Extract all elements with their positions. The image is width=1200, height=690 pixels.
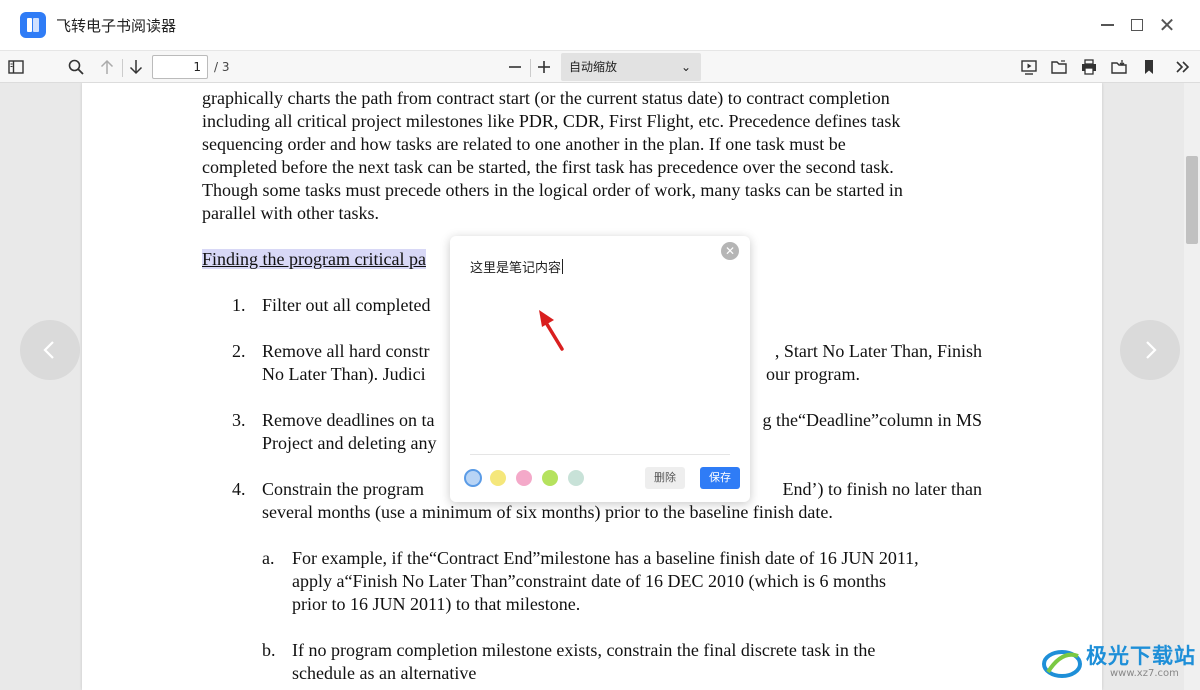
list-text: , Start No Later Than, Finish bbox=[774, 341, 982, 361]
page-total: / 3 bbox=[214, 60, 230, 74]
paragraph-line: parallel with other tasks. bbox=[202, 203, 379, 223]
watermark-url: www.xz7.com bbox=[1110, 668, 1179, 679]
paragraph-line: completed before the next task can be st… bbox=[202, 157, 894, 177]
close-icon: ✕ bbox=[1158, 13, 1176, 37]
minus-icon bbox=[509, 66, 521, 68]
paragraph-line: Though some tasks must precede others in… bbox=[202, 180, 903, 200]
note-popup: ✕ 这里是笔记内容 删除 保存 bbox=[450, 236, 750, 502]
sidebar-icon bbox=[8, 60, 24, 74]
page-number-input[interactable]: 1 bbox=[152, 55, 208, 79]
presentation-button[interactable] bbox=[1017, 55, 1041, 79]
delete-note-button[interactable]: 删除 bbox=[645, 467, 685, 489]
heading-text: Finding the program critical pa bbox=[202, 249, 426, 269]
previous-page-arrow[interactable] bbox=[20, 320, 80, 380]
minimize-button[interactable] bbox=[1094, 12, 1120, 38]
list-text: our program. bbox=[766, 364, 860, 384]
open-file-button[interactable] bbox=[1047, 55, 1071, 79]
note-close-button[interactable]: ✕ bbox=[721, 242, 739, 260]
printer-icon bbox=[1082, 59, 1096, 75]
list-number: 4. bbox=[232, 479, 246, 499]
list-line: If no program completion milestone exist… bbox=[292, 640, 876, 660]
chevron-down-icon: ⌄ bbox=[680, 60, 691, 74]
list-number: 3. bbox=[232, 410, 246, 430]
zoom-out-button[interactable] bbox=[503, 55, 527, 79]
list-line: For example, if the“Contract End”milesto… bbox=[292, 548, 919, 568]
toolbar-separator bbox=[530, 59, 531, 77]
list-text: No Later Than). Judici bbox=[262, 364, 426, 384]
chevron-right-icon bbox=[1146, 341, 1157, 359]
minimize-icon bbox=[1100, 24, 1114, 26]
list-text: Remove all hard constr bbox=[262, 341, 430, 361]
text-caret bbox=[562, 259, 564, 274]
app-logo-icon bbox=[20, 12, 46, 38]
list-text: For example, if the“Contract End”milesto… bbox=[292, 547, 982, 616]
zoom-select-value: 自动缩放 bbox=[569, 60, 618, 74]
print-button[interactable] bbox=[1077, 55, 1101, 79]
list-text: End’) to finish no later than bbox=[782, 479, 982, 499]
save-note-button[interactable]: 保存 bbox=[700, 467, 740, 489]
list-text: Project and deleting any bbox=[262, 433, 437, 453]
bookmark-icon bbox=[1145, 60, 1153, 74]
close-icon: ✕ bbox=[724, 244, 736, 258]
sidebar-toggle-button[interactable] bbox=[4, 55, 28, 79]
list-text: g the“Deadline”column in MS bbox=[762, 410, 982, 430]
maximize-icon bbox=[1131, 19, 1143, 31]
list-number: 2. bbox=[232, 341, 246, 361]
more-tools-button[interactable] bbox=[1170, 55, 1194, 79]
note-content: 这里是笔记内容 bbox=[470, 261, 562, 276]
download-button[interactable] bbox=[1107, 55, 1131, 79]
watermark-name: 极光下载站 bbox=[1086, 644, 1196, 668]
scrollbar-thumb[interactable] bbox=[1186, 156, 1198, 244]
paragraph-line: graphically charts the path from contrac… bbox=[202, 88, 890, 108]
note-divider bbox=[470, 454, 730, 455]
list-text: several months (use a minimum of six mon… bbox=[262, 502, 833, 522]
arrow-down-icon bbox=[129, 60, 143, 75]
watermark-logo-icon bbox=[1042, 650, 1082, 678]
paragraph-line: including all critical project milestone… bbox=[202, 111, 901, 131]
previous-page-button[interactable] bbox=[95, 55, 119, 79]
app-title: 飞转电子书阅读器 bbox=[56, 17, 177, 35]
toolbar: 1 / 3 自动缩放 ⌄ bbox=[0, 50, 1200, 83]
next-page-button[interactable] bbox=[124, 55, 148, 79]
presentation-icon bbox=[1021, 60, 1037, 75]
zoom-select[interactable]: 自动缩放 ⌄ bbox=[561, 53, 701, 81]
list-letter: a. bbox=[262, 548, 275, 568]
color-swatch-blue[interactable] bbox=[464, 469, 482, 487]
double-chevron-right-icon bbox=[1176, 61, 1190, 73]
annotation-arrow-icon bbox=[539, 310, 564, 351]
list-letter: b. bbox=[262, 640, 276, 660]
list-line: apply a“Finish No Later Than”constraint … bbox=[292, 571, 887, 591]
list-text: If no program completion milestone exist… bbox=[292, 639, 982, 685]
title-bar: 飞转电子书阅读器 ✕ bbox=[0, 0, 1200, 50]
note-textarea[interactable]: 这里是笔记内容 bbox=[470, 257, 564, 276]
list-line: prior to 16 JUN 2011) to that milestone. bbox=[292, 594, 581, 614]
plus-icon bbox=[538, 61, 550, 73]
highlighted-heading[interactable]: Finding the program critical pa bbox=[202, 248, 426, 271]
chevron-left-icon bbox=[43, 341, 54, 359]
arrow-up-icon bbox=[100, 59, 114, 74]
paragraph-line: sequencing order and how tasks are relat… bbox=[202, 134, 846, 154]
paragraph: graphically charts the path from contrac… bbox=[202, 87, 982, 225]
next-page-arrow[interactable] bbox=[1120, 320, 1180, 380]
color-swatch-pink[interactable] bbox=[516, 470, 532, 486]
close-button[interactable]: ✕ bbox=[1154, 12, 1180, 38]
color-swatch-mint[interactable] bbox=[568, 470, 584, 486]
download-icon bbox=[1111, 60, 1127, 74]
search-button[interactable] bbox=[64, 55, 88, 79]
watermark: 极光下载站 www.xz7.com bbox=[1040, 636, 1200, 690]
bookmark-button[interactable] bbox=[1137, 55, 1161, 79]
list-text: Constrain the program bbox=[262, 479, 424, 499]
zoom-in-button[interactable] bbox=[532, 55, 556, 79]
maximize-button[interactable] bbox=[1124, 12, 1150, 38]
list-number: 1. bbox=[232, 295, 246, 315]
list-line: schedule as an alternative bbox=[292, 663, 477, 683]
toolbar-separator bbox=[122, 59, 123, 77]
color-swatch-yellow[interactable] bbox=[490, 470, 506, 486]
open-file-icon bbox=[1051, 60, 1067, 74]
list-text: Remove deadlines on ta bbox=[262, 410, 435, 430]
color-swatch-green[interactable] bbox=[542, 470, 558, 486]
search-icon bbox=[68, 59, 84, 75]
